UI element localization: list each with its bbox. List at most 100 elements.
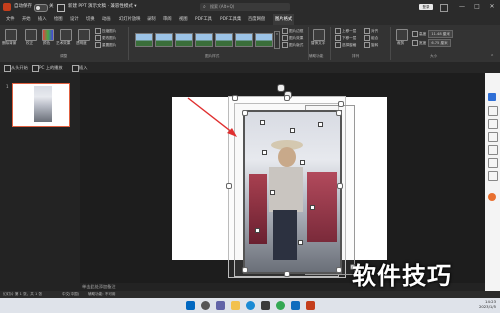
chrome-icon[interactable] [276,301,285,310]
reset-picture-button[interactable]: 重置图片 [95,42,116,48]
tab-review[interactable]: 审阅 [163,14,172,25]
width-value[interactable]: 6.75 厘米 [428,39,451,47]
crop-handle[interactable] [318,122,323,127]
sidebar-tool-icon[interactable] [488,106,498,116]
selection-pane-button[interactable]: 选择窗格 [335,42,356,48]
picture-style-1[interactable] [135,33,153,47]
collapse-ribbon-icon[interactable]: ⌃ [490,54,494,60]
tab-transitions[interactable]: 切换 [86,14,95,25]
corrections-icon[interactable] [25,29,37,41]
autosave-toggle[interactable] [34,4,48,12]
crop-icon[interactable] [396,29,408,41]
resize-handle[interactable] [226,183,232,189]
store-icon[interactable] [261,301,270,310]
resize-handle[interactable] [242,110,248,116]
crop-handle[interactable] [262,150,267,155]
sidebar-tool-icon[interactable] [488,158,498,168]
change-picture-button[interactable]: 更改图片 [95,35,116,41]
selected-picture[interactable] [243,110,342,274]
remove-background-button[interactable]: 删除背景 [2,41,16,46]
sidebar-tool-icon[interactable] [488,171,498,181]
resize-handle[interactable] [336,110,342,116]
picture-style-6[interactable] [235,33,253,47]
crop-handle[interactable] [298,240,303,245]
pc-play-button[interactable]: PC 上的播放 [39,62,63,73]
sidebar-orange-icon[interactable] [488,193,496,201]
resize-handle[interactable] [284,271,290,277]
rotate-handle-icon[interactable] [277,84,285,92]
group-button[interactable]: 组合 [364,35,378,41]
tab-pdf-tools[interactable]: PDF工具 [195,14,212,25]
search-box[interactable]: ⌕ 搜索 (Alt+Q) [200,3,290,11]
mail-icon[interactable] [291,301,300,310]
transparency-icon[interactable] [78,29,90,41]
tab-record[interactable]: 录制 [147,14,156,25]
height-value[interactable]: 11.48 厘米 [428,30,453,38]
pc-play-icon[interactable] [32,65,39,72]
crop-handle[interactable] [270,190,275,195]
resize-handle[interactable] [337,183,343,189]
color-button[interactable]: 颜色 [43,41,50,46]
accessibility-status[interactable]: 辅助功能: 不可用 [88,291,116,298]
tab-slideshow[interactable]: 幻灯片放映 [119,14,140,25]
chat-icon[interactable] [216,301,225,310]
artistic-effects-icon[interactable] [60,29,72,41]
tab-draw[interactable]: 绘图 [54,14,63,25]
picture-style-7[interactable] [255,33,273,47]
slideshow-icon[interactable] [4,65,11,72]
tab-view[interactable]: 视图 [179,14,188,25]
windows-start-icon[interactable] [186,301,195,310]
picture-style-4[interactable] [195,33,213,47]
edge-icon[interactable] [246,301,255,310]
tab-insert[interactable]: 插入 [38,14,47,25]
styles-more-icon[interactable]: ▾ [274,31,280,49]
rotate-button[interactable]: 旋转 [364,42,378,48]
slide-thumbnail[interactable] [12,83,70,127]
alt-text-icon[interactable] [313,29,325,41]
artistic-effects-button[interactable]: 艺术效果 [56,41,70,46]
send-backward-button[interactable]: 下移一层 [335,35,356,41]
resize-handle[interactable] [242,267,248,273]
maximize-button[interactable]: □ [470,0,484,14]
close-button[interactable]: ✕ [485,0,499,14]
tab-pdf-toolset[interactable]: PDF工具集 [220,14,241,25]
resize-handle[interactable] [338,101,344,107]
picture-style-3[interactable] [175,33,193,47]
login-button[interactable]: 登录 [419,4,433,10]
insert-button[interactable]: 插入 [79,62,87,73]
picture-layout-button[interactable]: 图片版式 [282,42,303,48]
color-icon[interactable] [42,29,54,41]
language-indicator[interactable]: 中文(中国) [62,291,79,298]
tab-baidu-netdisk[interactable]: 百度网盘 [248,14,265,25]
alt-text-button[interactable]: 替换文字 [311,41,325,46]
align-button[interactable]: 对齐 [364,28,378,34]
tab-home[interactable]: 开始 [22,14,31,25]
taskbar-clock[interactable]: 14:23 2023/1/5 [462,299,496,309]
picture-border-button[interactable]: 图片边框 [282,28,303,34]
remove-background-icon[interactable] [5,29,17,41]
compress-pictures-button[interactable]: 压缩图片 [95,28,116,34]
picture-style-5[interactable] [215,33,233,47]
transparency-button[interactable]: 透明度 [76,41,87,46]
picture-style-2[interactable] [155,33,173,47]
save-icon[interactable] [57,4,65,12]
sidebar-blue-icon[interactable] [488,93,496,101]
insert-icon[interactable] [72,65,79,72]
search-icon[interactable] [201,301,210,310]
crop-handle[interactable] [310,205,315,210]
width-field[interactable]: 宽度 6.75 厘米 [412,39,451,47]
resize-handle[interactable] [284,95,290,101]
sidebar-tool-icon[interactable] [488,132,498,142]
crop-handle[interactable] [255,228,260,233]
sidebar-tool-icon[interactable] [488,145,498,155]
picture-effects-button[interactable]: 图片效果 [282,35,303,41]
crop-button[interactable]: 裁剪 [397,41,404,46]
powerpoint-icon[interactable] [306,301,315,310]
pen-icon[interactable] [440,4,448,12]
crop-handle[interactable] [260,120,265,125]
tab-file[interactable]: 文件 [6,14,15,25]
minimize-button[interactable]: — [455,0,469,14]
resize-handle[interactable] [336,267,342,273]
file-explorer-icon[interactable] [231,301,240,310]
crop-handle[interactable] [290,128,295,133]
